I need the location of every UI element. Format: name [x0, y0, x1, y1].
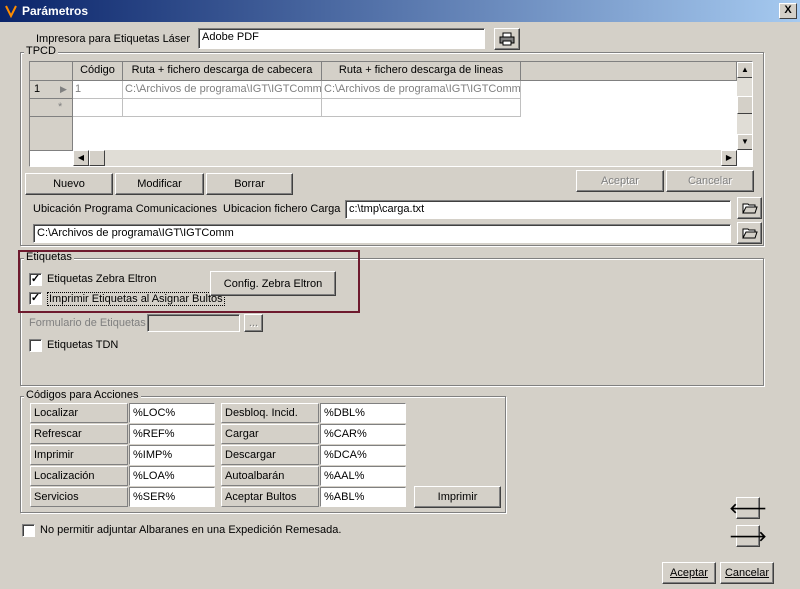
next-button[interactable]: 🡒 [729, 525, 767, 547]
cancelar-button[interactable]: Cancelar [720, 562, 774, 584]
browse-fichero-button[interactable] [737, 197, 762, 219]
imprimir-bultos-checkbox[interactable]: ✓ [29, 292, 42, 305]
tdn-checkbox[interactable] [29, 339, 42, 352]
window-title: Parámetros [22, 4, 89, 18]
no-permitir-label[interactable]: No permitir adjuntar Albaranes en una Ex… [40, 524, 341, 536]
no-permitir-checkbox[interactable] [22, 524, 35, 537]
printer-label: Impresora para Etiquetas Láser [36, 33, 191, 45]
codigo-field[interactable]: %ABL% [320, 487, 406, 507]
codigos-imprimir-button[interactable]: Imprimir [414, 486, 501, 508]
tpcd-aceptar-button[interactable]: Aceptar [576, 170, 664, 192]
new-cell[interactable] [73, 99, 123, 117]
row-pointer-icon: ▶ [60, 84, 67, 94]
scroll-down-icon[interactable]: ▼ [737, 134, 752, 150]
new-row-icon: * [58, 101, 63, 113]
col-header-lineas[interactable]: Ruta + fichero descarga de lineas [322, 62, 521, 81]
codigo-field[interactable]: %DCA% [320, 445, 406, 465]
col-header-codigo[interactable]: Código [73, 62, 123, 81]
codigo-field[interactable]: %REF% [129, 424, 215, 444]
config-zebra-button[interactable]: Config. Zebra Eltron [210, 271, 336, 296]
codigo-field[interactable]: %CAR% [320, 424, 406, 444]
codigo-field[interactable]: %IMP% [129, 445, 215, 465]
nuevo-button[interactable]: Nuevo [25, 173, 113, 195]
tpcd-group-label: TPCD [24, 45, 58, 57]
tpcd-grid[interactable]: Código Ruta + fichero descarga de cabece… [29, 61, 753, 167]
formulario-browse-button[interactable]: ... [244, 314, 263, 332]
grid-corner [30, 62, 73, 81]
col-header-cabecera[interactable]: Ruta + fichero descarga de cabecera [123, 62, 322, 81]
scroll-up-icon[interactable]: ▲ [737, 62, 752, 78]
borrar-button[interactable]: Borrar [206, 173, 293, 195]
cell-codigo[interactable]: 1 [73, 81, 123, 99]
codigo-label: Localización [30, 466, 128, 486]
codigo-label: Imprimir [30, 445, 128, 465]
ubicacion-fichero-field[interactable]: c:\tmp\carga.txt [345, 200, 731, 219]
tdn-label[interactable]: Etiquetas TDN [47, 339, 118, 351]
folder-open-icon [741, 228, 758, 239]
vertical-scrollbar[interactable]: ▲ ▼ [737, 62, 752, 150]
row-number: 1 [34, 83, 41, 95]
codigo-field[interactable]: %SER% [129, 487, 215, 507]
printer-button[interactable] [494, 28, 520, 50]
prev-button[interactable]: 🡐 [729, 497, 767, 519]
cell-cabecera[interactable]: C:\Archivos de programa\IGT\IGTComm\ [123, 81, 322, 99]
new-cell[interactable] [322, 99, 521, 117]
codigos-group-label: Códigos para Acciones [24, 389, 141, 401]
ubicacion-programa-label: Ubicación Programa Comunicaciones [33, 203, 218, 215]
scroll-left-icon[interactable]: ◀ [73, 150, 89, 166]
browse-programa-button[interactable] [737, 222, 762, 244]
codigo-label: Servicios [30, 487, 128, 507]
grid-row-header-filler [30, 117, 73, 151]
title-bar: Parámetros X [0, 0, 800, 22]
close-button[interactable]: X [779, 3, 797, 19]
folder-open-icon [741, 203, 758, 214]
horizontal-scrollbar[interactable]: ◀ ▶ [73, 150, 737, 166]
formulario-label: Formulario de Etiquetas [29, 317, 146, 329]
ubicacion-fichero-label: Ubicacion fichero Carga [223, 203, 341, 215]
imprimir-bultos-label[interactable]: Imprimir Etiquetas al Asignar Bultos [47, 292, 225, 306]
row-indicator[interactable]: 1 ▶ [30, 81, 73, 99]
arrow-left-icon: 🡐 [729, 499, 767, 516]
codigo-label: Desbloq. Incid. [221, 403, 319, 423]
codigo-label: Descargar [221, 445, 319, 465]
cell-lineas[interactable]: C:\Archivos de programa\IGT\IGTComm\ [322, 81, 521, 99]
scroll-thumb[interactable] [737, 96, 752, 114]
new-row-indicator[interactable]: * [30, 99, 73, 117]
codigo-field[interactable]: %LOA% [129, 466, 215, 486]
arrow-right-icon: 🡒 [729, 527, 767, 544]
codigo-label: Aceptar Bultos [221, 487, 319, 507]
formulario-field[interactable] [147, 314, 240, 332]
printer-icon [499, 32, 515, 46]
app-icon [5, 5, 17, 18]
codigo-label: Cargar [221, 424, 319, 444]
aceptar-button[interactable]: Aceptar [662, 562, 716, 584]
zebra-checkbox[interactable]: ✓ [29, 273, 42, 286]
tpcd-cancelar-button[interactable]: Cancelar [666, 170, 754, 192]
zebra-label[interactable]: Etiquetas Zebra Eltron [47, 273, 156, 285]
printer-field[interactable]: Adobe PDF [198, 28, 485, 49]
codigo-label: Autoalbarán [221, 466, 319, 486]
codigo-label: Localizar [30, 403, 128, 423]
ubicacion-programa-field[interactable]: C:\Archivos de programa\IGT\IGTComm [33, 224, 731, 243]
col-header-empty [521, 62, 737, 81]
codigo-field[interactable]: %LOC% [129, 403, 215, 423]
codigo-field[interactable]: %AAL% [320, 466, 406, 486]
scroll-right-icon[interactable]: ▶ [721, 150, 737, 166]
modificar-button[interactable]: Modificar [115, 173, 204, 195]
codigo-field[interactable]: %DBL% [320, 403, 406, 423]
new-cell[interactable] [123, 99, 322, 117]
hscroll-thumb[interactable] [89, 150, 105, 166]
codigo-label: Refrescar [30, 424, 128, 444]
